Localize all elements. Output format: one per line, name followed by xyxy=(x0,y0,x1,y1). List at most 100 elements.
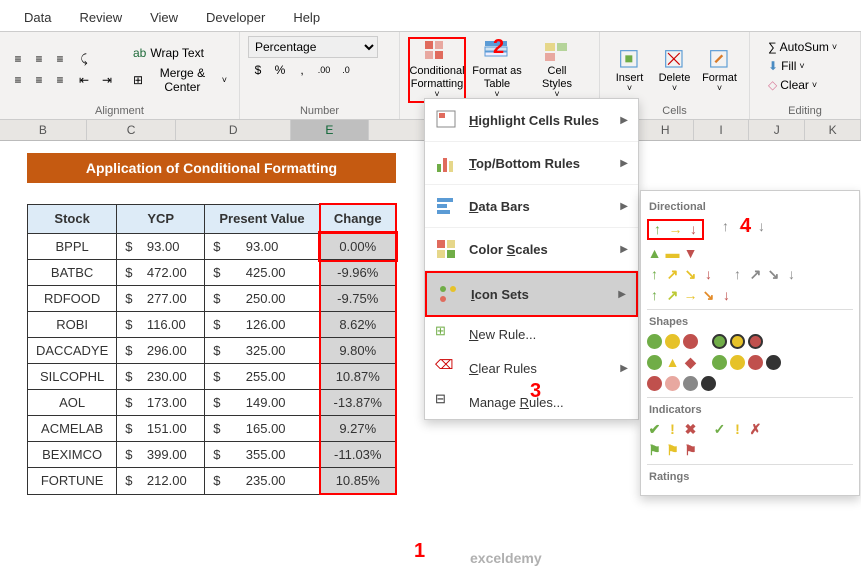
cell-ycp[interactable]: $ 173.00 xyxy=(117,390,205,416)
iconset-3-triangles[interactable]: ▲▬▼ xyxy=(647,246,698,261)
wrap-text-button[interactable]: abWrap Text xyxy=(129,44,231,62)
comma-format[interactable]: , xyxy=(292,60,312,80)
cell-stock[interactable]: AOL xyxy=(28,390,117,416)
cell-pv[interactable]: $ 93.00 xyxy=(205,233,320,260)
decrease-indent[interactable]: ⇤ xyxy=(74,70,94,90)
cell-change[interactable]: -9.96% xyxy=(320,260,396,286)
align-center[interactable]: ≡ xyxy=(29,70,49,90)
th-stock[interactable]: Stock xyxy=(28,204,117,233)
iconset-3-traffic-lights[interactable] xyxy=(647,334,698,349)
orientation-button[interactable]: ⤹ xyxy=(74,49,94,69)
table-row[interactable]: RDFOOD $ 277.00 $ 250.00 -9.75% xyxy=(28,286,396,312)
th-pv[interactable]: Present Value xyxy=(205,204,320,233)
cell-pv[interactable]: $ 235.00 xyxy=(205,468,320,495)
cell-change[interactable]: 10.87% xyxy=(320,364,396,390)
menu-top-bottom[interactable]: Top/Bottom Rules ▶ xyxy=(425,142,638,185)
cell-stock[interactable]: ROBI xyxy=(28,312,117,338)
col-J[interactable]: J xyxy=(749,120,805,140)
iconset-redblack[interactable] xyxy=(647,376,716,391)
iconset-5-arrows-colored[interactable]: ↑↗→↘↓ xyxy=(647,288,734,303)
th-ycp[interactable]: YCP xyxy=(117,204,205,233)
table-row[interactable]: BEXIMCO $ 399.00 $ 355.00 -11.03% xyxy=(28,442,396,468)
menu-data-bars[interactable]: Data Bars ▶ xyxy=(425,185,638,228)
cell-change[interactable]: 9.27% xyxy=(320,416,396,442)
cell-change[interactable]: -9.75% xyxy=(320,286,396,312)
iconset-4-traffic-lights[interactable] xyxy=(712,355,781,370)
cell-change[interactable]: -13.87% xyxy=(320,390,396,416)
align-top-center[interactable]: ≡ xyxy=(29,49,49,69)
cell-change[interactable]: 9.80% xyxy=(320,338,396,364)
tab-review[interactable]: Review xyxy=(65,4,136,31)
cell-stock[interactable]: FORTUNE xyxy=(28,468,117,495)
cell-pv[interactable]: $ 355.00 xyxy=(205,442,320,468)
decrease-decimal[interactable]: .0 xyxy=(336,60,356,80)
number-format-select[interactable]: Percentage xyxy=(248,36,378,58)
cell-ycp[interactable]: $ 399.00 xyxy=(117,442,205,468)
menu-color-scales[interactable]: Color Scales ▶ xyxy=(425,228,638,271)
tab-view[interactable]: View xyxy=(136,4,192,31)
iconset-3-arrows-colored[interactable]: ↑→↓ xyxy=(647,219,704,240)
col-K[interactable]: K xyxy=(805,120,861,140)
cell-change[interactable]: 10.85% xyxy=(320,468,396,495)
align-top-left[interactable]: ≡ xyxy=(8,49,28,69)
cell-ycp[interactable]: $ 296.00 xyxy=(117,338,205,364)
fill-button[interactable]: ⬇Fill ˅ xyxy=(766,57,844,75)
accounting-format[interactable]: $ xyxy=(248,60,268,80)
iconset-3-symbols-circled[interactable]: ✔!✖ xyxy=(647,422,698,437)
cell-ycp[interactable]: $ 93.00 xyxy=(117,233,205,260)
tab-developer[interactable]: Developer xyxy=(192,4,279,31)
table-row[interactable]: BPPL $ 93.00 $ 93.00 0.00% xyxy=(28,233,396,260)
col-E[interactable]: E xyxy=(291,120,369,140)
align-top-right[interactable]: ≡ xyxy=(50,49,70,69)
iconset-3-symbols[interactable]: ✓!✗ xyxy=(712,422,763,437)
cell-ycp[interactable]: $ 277.00 xyxy=(117,286,205,312)
cell-stock[interactable]: BPPL xyxy=(28,233,117,260)
cell-stock[interactable]: ACMELAB xyxy=(28,416,117,442)
iconset-3-flags[interactable]: ⚑⚑⚑ xyxy=(647,443,698,458)
cell-stock[interactable]: BEXIMCO xyxy=(28,442,117,468)
menu-icon-sets[interactable]: Icon Sets ▶ xyxy=(425,271,638,317)
increase-decimal[interactable]: .00 xyxy=(314,60,334,80)
cell-styles-button[interactable]: Cell Styles˅ xyxy=(528,37,586,103)
cell-pv[interactable]: $ 165.00 xyxy=(205,416,320,442)
cell-ycp[interactable]: $ 151.00 xyxy=(117,416,205,442)
format-button[interactable]: Format˅ xyxy=(698,37,741,103)
tab-help[interactable]: Help xyxy=(279,4,334,31)
cell-ycp[interactable]: $ 230.00 xyxy=(117,364,205,390)
delete-button[interactable]: Delete˅ xyxy=(653,37,696,103)
cell-pv[interactable]: $ 255.00 xyxy=(205,364,320,390)
cell-pv[interactable]: $ 325.00 xyxy=(205,338,320,364)
table-row[interactable]: ROBI $ 116.00 $ 126.00 8.62% xyxy=(28,312,396,338)
cell-change[interactable]: 0.00% xyxy=(320,233,396,260)
iconset-3-traffic-lights-rimmed[interactable] xyxy=(712,334,763,349)
cell-pv[interactable]: $ 149.00 xyxy=(205,390,320,416)
iconset-4-arrows-gray[interactable]: ↑↗↘↓ xyxy=(730,267,799,282)
col-C[interactable]: C xyxy=(87,120,177,140)
align-left[interactable]: ≡ xyxy=(8,70,28,90)
table-row[interactable]: ACMELAB $ 151.00 $ 165.00 9.27% xyxy=(28,416,396,442)
percent-format[interactable]: % xyxy=(270,60,290,80)
cell-stock[interactable]: RDFOOD xyxy=(28,286,117,312)
cell-pv[interactable]: $ 425.00 xyxy=(205,260,320,286)
insert-button[interactable]: Insert˅ xyxy=(608,37,651,103)
merge-center-button[interactable]: ⊞Merge & Center ˅ xyxy=(129,64,231,96)
cell-change[interactable]: -11.03% xyxy=(320,442,396,468)
col-I[interactable]: I xyxy=(694,120,750,140)
table-row[interactable]: DACCADYE $ 296.00 $ 325.00 9.80% xyxy=(28,338,396,364)
align-right[interactable]: ≡ xyxy=(50,70,70,90)
cell-change[interactable]: 8.62% xyxy=(320,312,396,338)
clear-button[interactable]: ◇Clear ˅ xyxy=(766,76,844,94)
cell-ycp[interactable]: $ 472.00 xyxy=(117,260,205,286)
col-B[interactable]: B xyxy=(0,120,87,140)
cell-pv[interactable]: $ 250.00 xyxy=(205,286,320,312)
cell-stock[interactable]: SILCOPHL xyxy=(28,364,117,390)
col-H[interactable]: H xyxy=(638,120,694,140)
th-change[interactable]: Change xyxy=(320,204,396,233)
conditional-formatting-button[interactable]: Conditional Formatting˅ xyxy=(408,37,466,103)
cell-stock[interactable]: DACCADYE xyxy=(28,338,117,364)
increase-indent[interactable]: ⇥ xyxy=(97,70,117,90)
table-row[interactable]: SILCOPHL $ 230.00 $ 255.00 10.87% xyxy=(28,364,396,390)
cell-ycp[interactable]: $ 116.00 xyxy=(117,312,205,338)
cell-pv[interactable]: $ 126.00 xyxy=(205,312,320,338)
cell-ycp[interactable]: $ 212.00 xyxy=(117,468,205,495)
